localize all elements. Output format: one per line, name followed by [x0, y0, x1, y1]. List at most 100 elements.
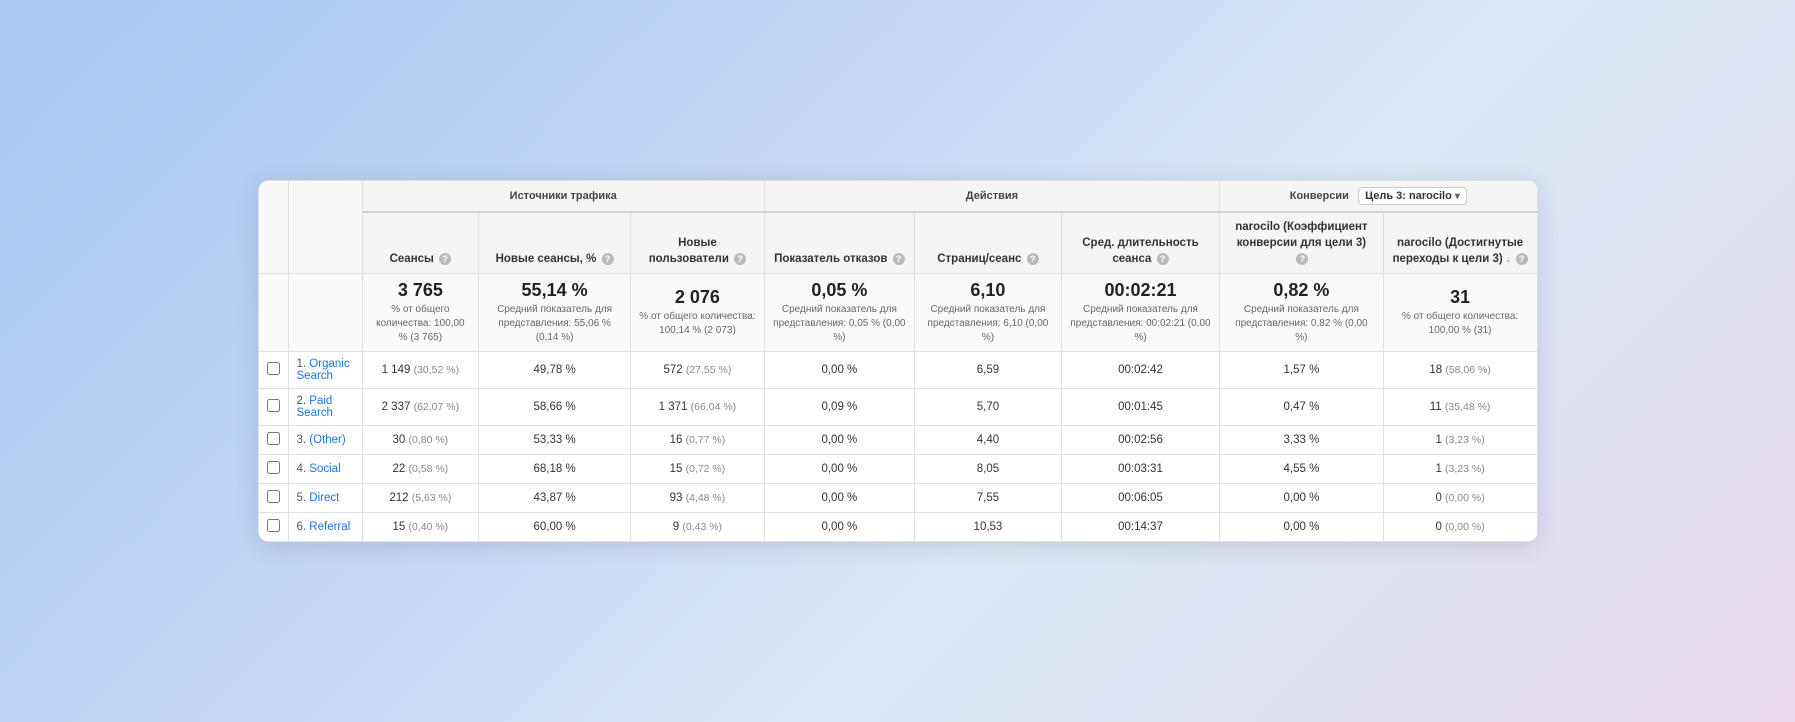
new-sessions-value: 43,87 %: [533, 492, 575, 504]
sessions-cell: 22 (0,58 %): [362, 455, 478, 484]
channel-cell: 3. (Other): [288, 426, 362, 455]
narocilo-count-cell: 1 (3,23 %): [1383, 426, 1537, 455]
bounce-rate-value: 0,09 %: [821, 401, 857, 413]
row-checkbox[interactable]: [267, 399, 280, 412]
traffic-sources-group-header: Источники трафика: [362, 180, 764, 212]
new-sessions-value: 68,18 %: [533, 463, 575, 475]
new-users-pct: (27,55 %): [686, 364, 732, 376]
narocilo-rate-cell: 0,00 %: [1220, 513, 1384, 542]
channel-link[interactable]: Social: [309, 463, 340, 475]
duration-col-header: Сред. длительность сеанса ?: [1061, 212, 1219, 274]
narocilo-count-value: 1: [1435, 463, 1441, 475]
duration-cell: 00:06:05: [1061, 484, 1219, 513]
channel-spacer: [288, 180, 362, 273]
duration-value: 00:02:56: [1118, 434, 1163, 446]
new-sessions-cell: 43,87 %: [479, 484, 631, 513]
narocilo-rate-help-icon[interactable]: ?: [1296, 253, 1308, 265]
channel-link[interactable]: (Other): [309, 434, 345, 446]
bounce-rate-cell: 0,09 %: [764, 389, 914, 426]
sessions-pct: (5,63 %): [412, 492, 452, 504]
sessions-pct: (62,07 %): [414, 401, 460, 413]
pages-help-icon[interactable]: ?: [1027, 253, 1039, 265]
row-checkbox[interactable]: [267, 461, 280, 474]
new-users-value: 572: [663, 364, 682, 376]
channel-cell: 2. Paid Search: [288, 389, 362, 426]
bounce-rate-cell: 0,00 %: [764, 352, 914, 389]
narocilo-count-pct: (58,06 %): [1445, 364, 1491, 376]
bounce-rate-cell: 0,00 %: [764, 455, 914, 484]
narocilo-count-col-header: narocilo (Достигнутые переходы к цели 3)…: [1383, 212, 1537, 274]
narocilo-count-help-icon[interactable]: ?: [1516, 253, 1528, 265]
actions-group-header: Действия: [764, 180, 1219, 212]
table-row: 5. Direct212 (5,63 %)43,87 %93 (4,48 %)0…: [258, 484, 1537, 513]
duration-cell: 00:03:31: [1061, 455, 1219, 484]
row-checkbox[interactable]: [267, 490, 280, 503]
narocilo-count-value: 0: [1435, 521, 1441, 533]
pages-cell: 4,40: [915, 426, 1062, 455]
new-sessions-value: 58,66 %: [533, 401, 575, 413]
pages-col-header: Страниц/сеанс ?: [915, 212, 1062, 274]
bounce-rate-help-icon[interactable]: ?: [893, 253, 905, 265]
row-checkbox-cell: [258, 426, 288, 455]
new-sessions-cell: 58,66 %: [479, 389, 631, 426]
channel-link[interactable]: Referral: [309, 521, 350, 533]
narocilo-rate-cell: 4,55 %: [1220, 455, 1384, 484]
duration-help-icon[interactable]: ?: [1157, 253, 1169, 265]
goal-dropdown[interactable]: Цель 3: narocilo ▾: [1358, 187, 1467, 205]
row-number: 2.: [297, 395, 307, 407]
duration-value: 00:01:45: [1118, 401, 1163, 413]
header-checkbox-spacer: [258, 180, 288, 273]
summary-narocilo-count-cell: 31 % от общего количества: 100,00 % (31): [1383, 274, 1537, 352]
narocilo-rate-cell: 0,00 %: [1220, 484, 1384, 513]
pages-value: 4,40: [977, 434, 999, 446]
narocilo-rate-value: 0,47 %: [1284, 401, 1320, 413]
sessions-cell: 30 (0,80 %): [362, 426, 478, 455]
sessions-value: 2 337: [382, 401, 411, 413]
pages-cell: 10,53: [915, 513, 1062, 542]
narocilo-count-pct: (35,48 %): [1445, 401, 1491, 413]
row-checkbox[interactable]: [267, 432, 280, 445]
new-users-col-header: Новые пользователи ?: [631, 212, 765, 274]
new-sessions-help-icon[interactable]: ?: [602, 253, 614, 265]
narocilo-count-cell: 11 (35,48 %): [1383, 389, 1537, 426]
duration-value: 00:02:42: [1118, 364, 1163, 376]
sessions-value: 15: [393, 521, 406, 533]
row-number: 1.: [297, 358, 307, 370]
summary-checkbox-cell: [258, 274, 288, 352]
bounce-rate-value: 0,00 %: [821, 521, 857, 533]
sessions-pct: (0,40 %): [409, 521, 449, 533]
bounce-rate-value: 0,00 %: [821, 463, 857, 475]
bounce-rate-cell: 0,00 %: [764, 484, 914, 513]
narocilo-rate-value: 1,57 %: [1284, 364, 1320, 376]
narocilo-count-sort-icon: ↓: [1506, 253, 1511, 266]
channel-cell: 5. Direct: [288, 484, 362, 513]
new-users-pct: (0,72 %): [686, 463, 726, 475]
new-users-value: 15: [670, 463, 683, 475]
new-sessions-cell: 68,18 %: [479, 455, 631, 484]
new-users-cell: 9 (0,43 %): [631, 513, 765, 542]
pages-cell: 7,55: [915, 484, 1062, 513]
narocilo-count-pct: (3,23 %): [1445, 434, 1485, 446]
duration-cell: 00:02:42: [1061, 352, 1219, 389]
new-sessions-value: 49,78 %: [533, 364, 575, 376]
conversions-group-header: Конверсии Цель 3: narocilo ▾: [1220, 180, 1537, 212]
summary-new-sessions-cell: 55,14 % Средний показатель для представл…: [479, 274, 631, 352]
row-number: 6.: [297, 521, 307, 533]
bounce-rate-col-header: Показатель отказов ?: [764, 212, 914, 274]
summary-narocilo-rate-cell: 0,82 % Средний показатель для представле…: [1220, 274, 1384, 352]
sessions-help-icon[interactable]: ?: [439, 253, 451, 265]
pages-cell: 6,59: [915, 352, 1062, 389]
row-checkbox[interactable]: [267, 362, 280, 375]
table-row: 6. Referral15 (0,40 %)60,00 %9 (0,43 %)0…: [258, 513, 1537, 542]
sessions-cell: 2 337 (62,07 %): [362, 389, 478, 426]
pages-value: 10,53: [974, 521, 1003, 533]
narocilo-rate-value: 0,00 %: [1284, 521, 1320, 533]
channel-link[interactable]: Direct: [309, 492, 339, 504]
sessions-pct: (30,52 %): [414, 364, 460, 376]
row-checkbox[interactable]: [267, 519, 280, 532]
new-users-pct: (66,04 %): [691, 401, 737, 413]
sessions-value: 30: [393, 434, 406, 446]
bounce-rate-value: 0,00 %: [821, 492, 857, 504]
new-users-help-icon[interactable]: ?: [734, 253, 746, 265]
row-checkbox-cell: [258, 455, 288, 484]
